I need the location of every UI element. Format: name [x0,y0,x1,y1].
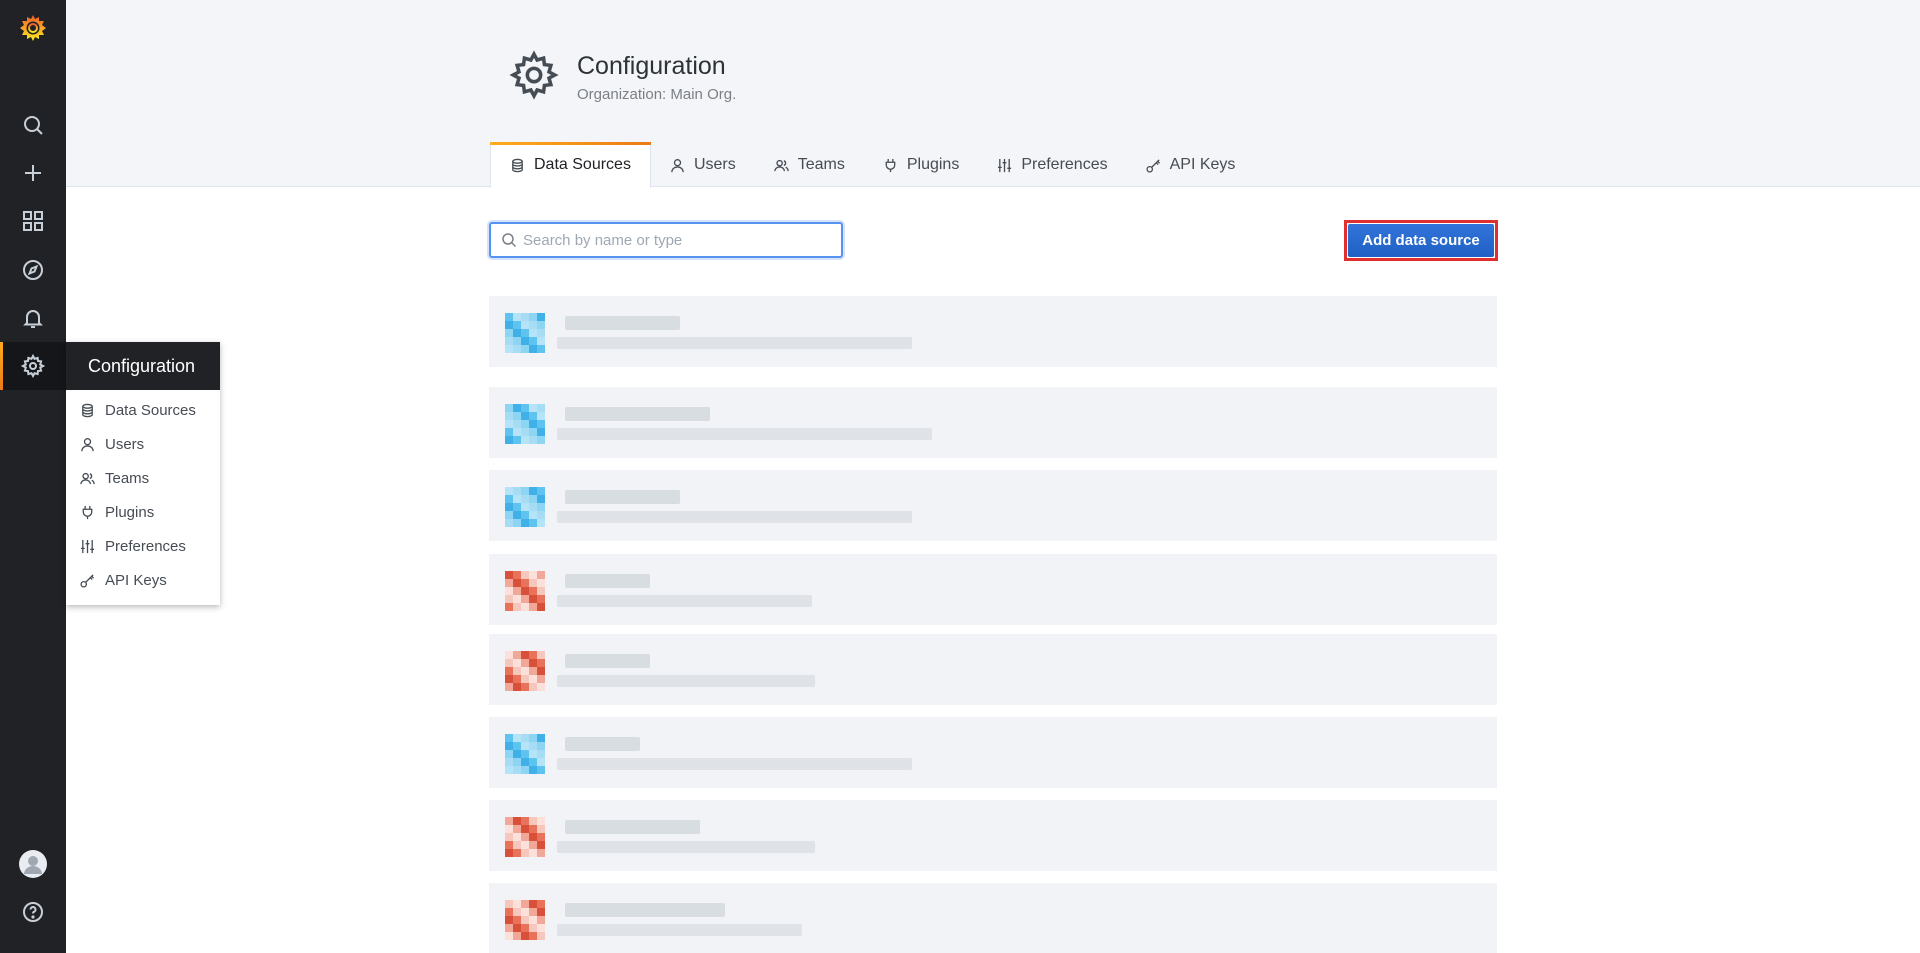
gear-icon[interactable] [0,342,66,390]
data-source-name [565,490,680,504]
tab-bar: Data Sources Users Teams Plugins Prefere… [490,142,1254,188]
data-source-name [565,903,725,917]
data-source-logo [505,404,545,444]
tab-api-keys[interactable]: API Keys [1127,142,1255,188]
data-source-name [565,737,640,751]
menu-item-label: Preferences [105,537,186,555]
menu-item-label: Data Sources [105,401,196,419]
help-icon[interactable] [0,892,66,932]
tab-label: Plugins [906,156,960,173]
page-subtitle: Organization: Main Org. [577,86,737,103]
data-source-card[interactable] [489,800,1497,871]
menu-item-teams[interactable]: Teams [66,461,220,495]
data-source-logo [505,651,545,691]
add-data-source-label: Add data source [1348,224,1494,257]
search-icon[interactable] [0,105,66,145]
data-source-card[interactable] [489,387,1497,458]
data-source-detail [557,841,815,853]
data-source-name [565,820,700,834]
menu-item-label: API Keys [105,571,167,589]
data-source-detail [557,758,912,770]
data-source-detail [557,595,812,607]
data-source-name [565,654,650,668]
page-title: Configuration [577,52,726,80]
search-input[interactable] [523,224,841,256]
data-source-detail [557,428,932,440]
data-source-detail [557,924,802,936]
data-source-logo [505,734,545,774]
plug-icon [82,505,93,519]
plus-icon[interactable] [0,153,66,193]
tab-plugins[interactable]: Plugins [864,142,978,188]
page-header: Configuration Organization: Main Org. Da… [66,0,1920,188]
database-icon [82,403,93,417]
data-source-name [565,316,680,330]
data-source-name [565,407,710,421]
data-source-logo [505,900,545,940]
config-dropdown-menu: Configuration Data Sources Users Teams P… [66,342,220,605]
data-source-logo [505,313,545,353]
sliders-icon [80,539,95,553]
tab-preferences[interactable]: Preferences [978,142,1126,188]
data-source-detail [557,675,815,687]
database-icon [512,158,523,172]
user-icon [671,158,684,172]
bell-icon[interactable] [0,298,66,338]
dashboards-icon[interactable] [0,201,66,241]
users-icon [80,472,95,484]
tab-label: Preferences [1021,156,1108,173]
grafana-logo-icon[interactable] [17,12,49,44]
key-icon [80,573,95,588]
data-source-logo [505,817,545,857]
user-icon [81,437,94,451]
search-icon [502,233,517,248]
data-source-card[interactable] [489,296,1497,367]
config-dropdown-title[interactable]: Configuration [66,342,220,390]
data-source-card[interactable] [489,634,1497,705]
tab-label: Data Sources [534,156,631,173]
add-data-source-button[interactable]: Add data source [1344,220,1498,261]
tab-label: Users [693,156,736,173]
data-source-card[interactable] [489,554,1497,625]
tab-teams[interactable]: Teams [755,142,864,188]
key-icon [1146,158,1160,173]
users-icon [774,159,789,171]
menu-item-label: Teams [105,469,150,487]
gear-icon [509,50,559,100]
menu-item-data-sources[interactable]: Data Sources [66,393,220,427]
explore-icon[interactable] [0,250,66,290]
menu-item-preferences[interactable]: Preferences [66,529,220,563]
tab-users[interactable]: Users [651,142,755,188]
data-source-detail [557,511,912,523]
tab-label: Teams [797,156,845,173]
tab-label: API Keys [1169,156,1236,173]
menu-item-api-keys[interactable]: API Keys [66,563,220,597]
menu-item-label: Plugins [105,503,155,521]
search-box [489,222,843,258]
data-source-logo [505,487,545,527]
data-source-card[interactable] [489,883,1497,953]
sidebar [0,0,66,953]
data-source-detail [557,337,912,349]
menu-item-users[interactable]: Users [66,427,220,461]
data-source-logo [505,571,545,611]
data-source-name [565,574,650,588]
tab-data-sources[interactable]: Data Sources [490,142,651,188]
data-source-card[interactable] [489,717,1497,788]
plug-icon [885,158,896,172]
menu-item-label: Users [105,435,145,453]
avatar[interactable] [0,844,66,884]
data-source-card[interactable] [489,470,1497,541]
sliders-icon [998,158,1012,172]
menu-item-plugins[interactable]: Plugins [66,495,220,529]
